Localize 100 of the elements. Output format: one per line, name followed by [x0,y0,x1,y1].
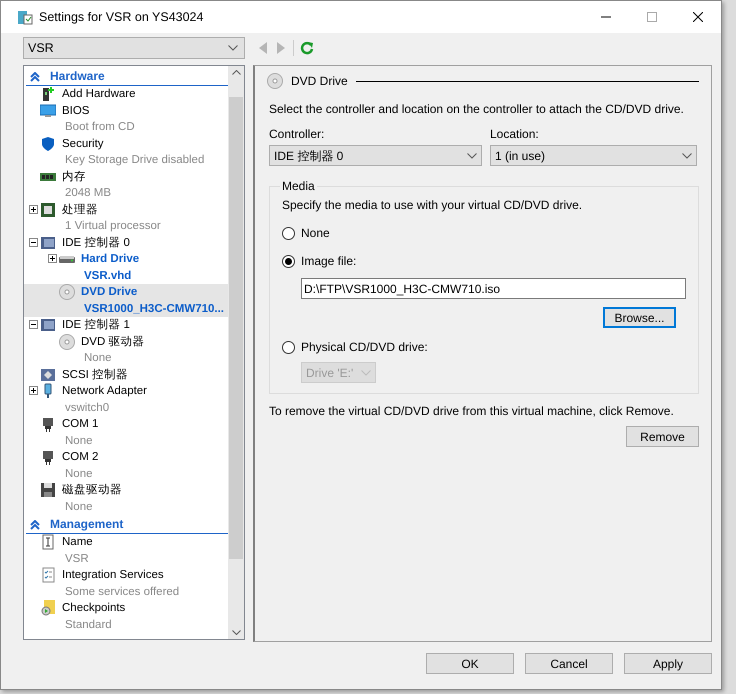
disc-icon [59,334,75,350]
tree-item[interactable]: COM 1 None [24,416,228,449]
browse-button[interactable]: Browse... [603,307,676,328]
field-label: Location: [490,126,540,143]
item-detail: None [64,434,94,448]
tree-item[interactable]: BIOS Boot from CD [24,102,228,136]
dropdown-value: Drive 'E:' [306,364,354,382]
floppy-icon [40,482,56,498]
item-detail: Key Storage Drive disabled [64,153,204,168]
chevron-down-icon [228,45,238,51]
item-label: DVD 驱动器 [81,334,144,350]
tree-item[interactable]: COM 2 None [24,449,228,482]
radio-button[interactable] [282,254,295,268]
section-header[interactable]: Hardware [50,68,105,85]
tree-item[interactable]: DVD 驱动器 None [24,334,228,366]
group-label: Media [281,180,316,192]
scrollbar[interactable] [228,66,244,639]
dialog-button[interactable]: Apply [624,653,712,674]
item-label: 处理器 [62,202,99,218]
item-label: Security [62,136,105,152]
tree-item[interactable]: 内存 2048 MB [24,168,228,202]
checklist-icon [40,567,56,583]
tree-item[interactable]: 磁盘驱动器 None [24,482,228,515]
disc-icon [59,284,75,300]
tree-item[interactable]: Network Adapter vswitch0 [24,383,228,416]
expand-icon[interactable] [48,254,56,263]
dialog-button[interactable]: OK [426,653,514,674]
controller-icon [40,366,56,382]
item-detail: 2048 MB [64,186,112,201]
chevron-down-icon [682,152,692,158]
item-label: 磁盘驱动器 [62,482,122,498]
dropdown[interactable]: IDE 控制器 0 [269,145,482,166]
expand-icon[interactable] [28,386,38,395]
tree-item[interactable]: DVD Drive VSR1000_H3C-CMW710... [24,284,228,317]
dropdown-value: VSR [28,40,54,57]
chevron-down-icon [361,370,371,376]
item-detail: Boot from CD [64,120,135,135]
disc-icon [267,73,283,89]
item-label: 内存 [62,170,87,184]
radio-label[interactable]: Image file: [301,252,356,270]
dialog-button[interactable]: Cancel [525,653,613,674]
item-label: SCSI 控制器 [62,368,128,382]
remove-button[interactable]: Remove [626,426,699,447]
port-icon [40,449,56,465]
item-detail: VSR.vhd [83,268,132,284]
dropdown-value: IDE 控制器 0 [274,148,344,164]
tree-item[interactable]: Add Hardware [24,86,228,102]
vm-dropdown[interactable]: VSR [23,37,245,59]
dropdown[interactable]: 1 (in use) [490,145,697,166]
expand-icon[interactable] [28,204,38,214]
item-detail: vswitch0 [64,400,110,416]
hardware-icon [40,86,56,102]
tree-item[interactable]: Integration Services Some services offered [24,567,228,600]
tree-item[interactable]: IDE 控制器 0 [24,234,228,251]
item-label: COM 1 [62,417,98,432]
close-icon[interactable] [693,12,703,22]
item-label: Add Hardware [62,87,136,102]
controller-icon [40,317,56,333]
item-label: IDE 控制器 1 [62,318,130,333]
tree-item[interactable]: SCSI 控制器 [24,366,228,383]
item-detail: Standard [64,618,113,632]
collapse-icon[interactable] [28,238,38,246]
item-label: Integration Services [62,568,165,583]
radio-label[interactable]: None [301,224,330,242]
field-label: Controller: [269,126,326,143]
item-detail: VSR1000_H3C-CMW710... [83,302,224,316]
item-label: Network Adapter [62,384,148,399]
path-field[interactable]: D:\FTP\VSR1000_H3C-CMW710.iso [301,278,686,299]
tree-item[interactable]: Checkpoints Standard [24,600,228,633]
item-label: Name [62,535,93,550]
media-hint: Specify the media to use with your virtual CD/DVD drive. [282,197,584,214]
tree-item[interactable]: IDE 控制器 1 [24,317,228,334]
scrollbar-thumb[interactable] [229,96,243,558]
scroll-down-icon[interactable] [232,630,240,635]
item-label: BIOS [62,104,90,118]
port-icon [40,416,56,432]
collapse-icon[interactable] [28,320,38,329]
chevron-down-icon [467,152,477,158]
radio-label[interactable]: Physical CD/DVD drive: [301,338,428,356]
instruction-text: Select the controller and location on the controller to attach the CD/DVD drive. [269,101,685,118]
name-icon [40,534,56,550]
remove-hint: To remove the virtual CD/DVD drive from this virtual machine, click Remove. [269,403,675,420]
radio-button[interactable] [282,226,295,240]
dropdown-value: 1 (in use) [495,148,546,164]
item-detail: 1 Virtual processor [64,219,161,234]
tree-item[interactable]: Hard Drive VSR.vhd [24,251,228,284]
window-title: Settings for VSR on YS43024 [39,8,204,26]
item-label: Hard Drive [81,252,140,267]
item-detail: None [64,500,94,514]
radio-button[interactable] [282,340,295,354]
refresh-icon[interactable] [300,41,314,55]
item-detail: Some services offered [64,584,180,600]
tree-item[interactable]: 处理器 1 Virtual processor [24,202,228,234]
section-header[interactable]: Management [50,516,124,533]
panel-title: DVD Drive [291,73,348,90]
item-label: COM 2 [62,450,98,465]
item-detail: None [83,351,112,366]
scroll-up-icon[interactable] [232,70,240,75]
tree-item[interactable]: Name VSR [24,534,228,567]
tree-item[interactable]: Security Key Storage Drive disabled [24,136,228,168]
